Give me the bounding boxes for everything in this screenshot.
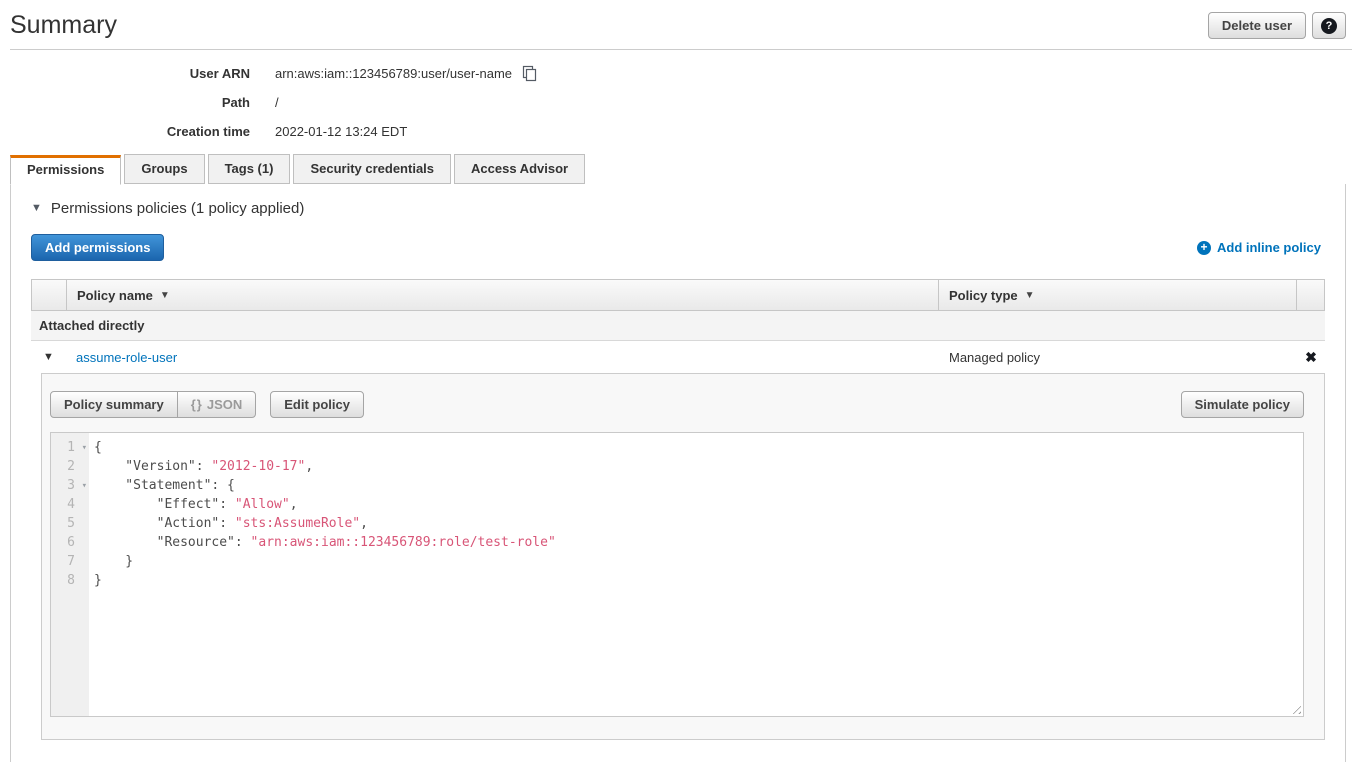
permissions-policies-title: Permissions policies (1 policy applied) [51,200,304,217]
code-line: } [94,571,1303,590]
creation-time-value: 2022-01-12 13:24 EDT [275,124,407,139]
add-permissions-button[interactable]: Add permissions [31,234,164,261]
permissions-policies-section-toggle[interactable]: ▼ Permissions policies (1 policy applied… [31,200,1325,217]
remove-policy-icon[interactable]: ✖ [1297,349,1325,366]
sort-caret-icon: ▼ [1025,290,1035,301]
fold-caret-icon[interactable]: ▾ [82,439,87,458]
tab-access-advisor[interactable]: Access Advisor [454,154,585,184]
tab-tags[interactable]: Tags (1) [208,154,291,184]
plus-circle-icon: + [1197,241,1211,255]
delete-user-button[interactable]: Delete user [1208,12,1306,39]
code-line: } [94,552,1303,571]
line-number[interactable]: 5 [51,514,89,533]
creation-time-row: Creation time 2022-01-12 13:24 EDT [0,123,1362,139]
policy-type-value: Managed policy [939,350,1297,365]
tab-bar: Permissions Groups Tags (1) Security cre… [0,154,1362,184]
add-inline-policy-label: Add inline policy [1217,240,1321,255]
policy-type-column-header[interactable]: Policy type ▼ [938,280,1296,310]
user-arn-label: User ARN [0,66,250,81]
policy-detail-panel: Policy summary {} JSON Edit policy Simula… [41,373,1325,740]
page-header: Summary Delete user ? [0,0,1362,40]
policy-detail-toolbar: Policy summary {} JSON Edit policy Simula… [50,391,1304,418]
policy-name-column-header[interactable]: Policy name ▼ [67,280,938,310]
user-details: User ARN arn:aws:iam::123456789:user/use… [0,50,1362,139]
expand-column-header [32,280,67,310]
edit-policy-button[interactable]: Edit policy [270,391,364,418]
line-number[interactable]: 8 [51,571,89,590]
section-collapse-caret-icon: ▼ [31,203,42,214]
remove-column-header [1296,280,1324,310]
permissions-tab-panel: ▼ Permissions policies (1 policy applied… [10,184,1346,762]
json-button-label: JSON [207,397,242,412]
header-actions: Delete user ? [1208,12,1346,39]
policy-table: Policy name ▼ Policy type ▼ Attached dir… [31,279,1325,740]
editor-code[interactable]: { "Version": "2012-10-17", "Statement": … [89,433,1303,716]
policy-type-header-label: Policy type [949,288,1018,303]
help-icon: ? [1321,18,1337,34]
line-number[interactable]: 3▾ [51,476,89,495]
attached-directly-group-row: Attached directly [31,311,1325,341]
tab-security-credentials[interactable]: Security credentials [293,154,451,184]
policy-name-link[interactable]: assume-role-user [66,350,939,365]
add-inline-policy-link[interactable]: + Add inline policy [1197,240,1321,255]
policy-actions-row: Add permissions + Add inline policy [31,234,1325,261]
user-arn-value: arn:aws:iam::123456789:user/user-name [275,66,512,81]
code-line: "Action": "sts:AssumeRole", [94,514,1303,533]
code-line: "Effect": "Allow", [94,495,1303,514]
json-view-button[interactable]: {} JSON [177,391,257,418]
code-line: { [94,438,1303,457]
policy-table-header: Policy name ▼ Policy type ▼ [31,279,1325,311]
page-title: Summary [10,10,117,40]
policy-summary-button[interactable]: Policy summary [50,391,178,418]
policy-view-toggle: Policy summary {} JSON [50,391,256,418]
code-line: "Version": "2012-10-17", [94,457,1303,476]
creation-time-label: Creation time [0,124,250,139]
simulate-policy-button[interactable]: Simulate policy [1181,391,1304,418]
policy-name-header-label: Policy name [77,288,153,303]
row-expand-caret-icon[interactable]: ▼ [31,351,66,363]
braces-icon: {} [191,397,203,412]
json-policy-editor[interactable]: 1▾23▾45678 { "Version": "2012-10-17", "S… [50,432,1304,717]
tab-groups[interactable]: Groups [124,154,204,184]
line-number[interactable]: 4 [51,495,89,514]
code-line: "Resource": "arn:aws:iam::123456789:role… [94,533,1303,552]
sort-caret-icon: ▼ [160,290,170,301]
line-number[interactable]: 2 [51,457,89,476]
tab-permissions[interactable]: Permissions [10,155,121,185]
path-label: Path [0,95,250,110]
attached-directly-label: Attached directly [39,318,144,333]
line-number[interactable]: 6 [51,533,89,552]
code-line: "Statement": { [94,476,1303,495]
copy-icon[interactable] [521,65,538,82]
line-number[interactable]: 1▾ [51,438,89,457]
fold-caret-icon[interactable]: ▾ [82,477,87,496]
user-arn-row: User ARN arn:aws:iam::123456789:user/use… [0,65,1362,81]
path-row: Path / [0,94,1362,110]
help-button[interactable]: ? [1312,12,1346,39]
table-row: ▼ assume-role-user Managed policy ✖ [31,341,1325,373]
path-value: / [275,95,279,110]
editor-gutter: 1▾23▾45678 [51,433,89,716]
line-number[interactable]: 7 [51,552,89,571]
